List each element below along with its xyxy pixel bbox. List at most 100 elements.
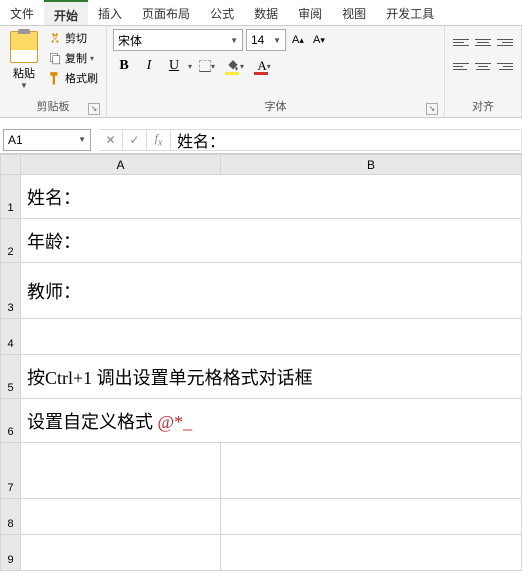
cell[interactable] bbox=[21, 443, 221, 499]
format-painter-button[interactable]: 格式刷 bbox=[46, 69, 100, 87]
align-bottom-button[interactable] bbox=[495, 33, 515, 51]
font-name-value: 宋体 bbox=[118, 32, 142, 49]
column-header-b[interactable]: B bbox=[221, 155, 522, 175]
copy-button[interactable]: 复制 ▾ bbox=[46, 49, 100, 67]
table-row: 5 按Ctrl+1 调出设置单元格格式对话框 bbox=[1, 355, 522, 399]
fill-color-swatch bbox=[225, 72, 239, 75]
menu-insert[interactable]: 插入 bbox=[88, 0, 132, 25]
format-painter-label: 格式刷 bbox=[65, 70, 98, 86]
menu-review[interactable]: 审阅 bbox=[288, 0, 332, 25]
paste-icon bbox=[10, 31, 38, 63]
brush-icon bbox=[48, 71, 62, 85]
menu-view[interactable]: 视图 bbox=[332, 0, 376, 25]
copy-label: 复制 bbox=[65, 50, 87, 66]
copy-icon bbox=[48, 51, 62, 65]
paste-label: 粘贴 bbox=[13, 65, 35, 81]
border-button[interactable]: ▾ bbox=[195, 55, 219, 77]
chevron-down-icon[interactable]: ▾ bbox=[188, 62, 192, 71]
italic-button[interactable]: I bbox=[138, 55, 160, 77]
font-name-select[interactable]: 宋体 ▼ bbox=[113, 29, 243, 51]
alignment-group-label: 对齐 bbox=[472, 101, 494, 113]
increase-font-button[interactable]: A▴ bbox=[289, 30, 307, 50]
table-row: 4 bbox=[1, 319, 522, 355]
cancel-formula-button[interactable]: ✕ bbox=[99, 129, 123, 151]
cut-label: 剪切 bbox=[65, 30, 87, 46]
insert-function-button[interactable]: fx bbox=[147, 129, 171, 151]
formula-bar: A1 ▼ ✕ ✓ fx 姓名： bbox=[0, 126, 522, 154]
font-size-select[interactable]: 14 ▼ bbox=[246, 29, 286, 51]
menu-bar: 文件 开始 插入 页面布局 公式 数据 审阅 视图 开发工具 bbox=[0, 0, 522, 26]
cell[interactable]: 按Ctrl+1 调出设置单元格格式对话框 bbox=[21, 355, 522, 399]
cell[interactable] bbox=[21, 319, 522, 355]
bold-button[interactable]: B bbox=[113, 55, 135, 77]
cell-code: @*_ bbox=[158, 412, 193, 432]
name-box[interactable]: A1 ▼ bbox=[3, 129, 91, 151]
align-right-button[interactable] bbox=[495, 57, 515, 75]
ribbon: 粘贴 ▼ 剪切 复制 ▾ 格式刷 剪贴板 ↘ bbox=[0, 26, 522, 118]
border-icon bbox=[199, 60, 211, 72]
spreadsheet-grid: A B 1 姓名： 2 年龄： 3 教师： 4 5 按Ctrl+1 调出设置单元… bbox=[0, 154, 522, 571]
paste-button[interactable]: 粘贴 ▼ bbox=[6, 29, 42, 92]
cell[interactable] bbox=[221, 443, 522, 499]
scissors-icon bbox=[48, 31, 62, 45]
cell[interactable]: 姓名： bbox=[21, 175, 522, 219]
menu-data[interactable]: 数据 bbox=[244, 0, 288, 25]
bucket-icon bbox=[226, 59, 240, 73]
align-center-button[interactable] bbox=[473, 57, 493, 75]
clipboard-launcher[interactable]: ↘ bbox=[88, 103, 100, 115]
font-color-swatch bbox=[254, 72, 268, 75]
clipboard-group-label: 剪贴板 bbox=[37, 101, 70, 113]
align-middle-button[interactable] bbox=[473, 33, 493, 51]
row-header[interactable]: 9 bbox=[1, 535, 21, 571]
font-launcher[interactable]: ↘ bbox=[426, 103, 438, 115]
table-row: 3 教师： bbox=[1, 263, 522, 319]
font-group-label: 字体 bbox=[265, 101, 287, 113]
underline-button[interactable]: U bbox=[163, 55, 185, 77]
font-color-button[interactable]: A ▾ bbox=[251, 55, 277, 77]
cell[interactable] bbox=[21, 499, 221, 535]
row-header[interactable]: 7 bbox=[1, 443, 21, 499]
table-row: 7 bbox=[1, 443, 522, 499]
confirm-formula-button[interactable]: ✓ bbox=[123, 129, 147, 151]
row-header[interactable]: 6 bbox=[1, 399, 21, 443]
cut-button[interactable]: 剪切 bbox=[46, 29, 100, 47]
select-all-corner[interactable] bbox=[1, 155, 21, 175]
cell[interactable] bbox=[221, 535, 522, 571]
menu-home[interactable]: 开始 bbox=[44, 0, 88, 25]
cell-text: 设置自定义格式 bbox=[27, 412, 158, 432]
cell[interactable]: 年龄： bbox=[21, 219, 522, 263]
menu-page-layout[interactable]: 页面布局 bbox=[132, 0, 200, 25]
fill-color-button[interactable]: ▾ bbox=[222, 55, 248, 77]
menu-developer[interactable]: 开发工具 bbox=[376, 0, 444, 25]
cell[interactable] bbox=[221, 499, 522, 535]
cell[interactable]: 教师： bbox=[21, 263, 522, 319]
name-box-value: A1 bbox=[8, 133, 23, 147]
chevron-down-icon: ▼ bbox=[273, 36, 281, 45]
cell[interactable]: 设置自定义格式 @*_ bbox=[21, 399, 522, 443]
chevron-down-icon: ▼ bbox=[20, 81, 28, 90]
formula-input[interactable]: 姓名： bbox=[171, 129, 522, 151]
table-row: 6 设置自定义格式 @*_ bbox=[1, 399, 522, 443]
row-header[interactable]: 8 bbox=[1, 499, 21, 535]
chevron-down-icon: ▼ bbox=[78, 135, 86, 144]
row-header[interactable]: 4 bbox=[1, 319, 21, 355]
ribbon-group-alignment: 对齐 bbox=[445, 26, 522, 117]
row-header[interactable]: 2 bbox=[1, 219, 21, 263]
ribbon-group-font: 宋体 ▼ 14 ▼ A▴ A▾ B I U ▾ ▾ ▾ bbox=[107, 26, 445, 117]
table-row: 9 bbox=[1, 535, 522, 571]
row-header[interactable]: 3 bbox=[1, 263, 21, 319]
chevron-down-icon: ▼ bbox=[230, 36, 238, 45]
row-header[interactable]: 1 bbox=[1, 175, 21, 219]
align-top-button[interactable] bbox=[451, 33, 471, 51]
fx-icon: fx bbox=[155, 131, 163, 148]
column-header-a[interactable]: A bbox=[21, 155, 221, 175]
menu-formulas[interactable]: 公式 bbox=[200, 0, 244, 25]
ribbon-group-clipboard: 粘贴 ▼ 剪切 复制 ▾ 格式刷 剪贴板 ↘ bbox=[0, 26, 107, 117]
table-row: 2 年龄： bbox=[1, 219, 522, 263]
decrease-font-button[interactable]: A▾ bbox=[310, 30, 328, 50]
align-left-button[interactable] bbox=[451, 57, 471, 75]
table-row: 8 bbox=[1, 499, 522, 535]
menu-file[interactable]: 文件 bbox=[0, 0, 44, 25]
cell[interactable] bbox=[21, 535, 221, 571]
row-header[interactable]: 5 bbox=[1, 355, 21, 399]
